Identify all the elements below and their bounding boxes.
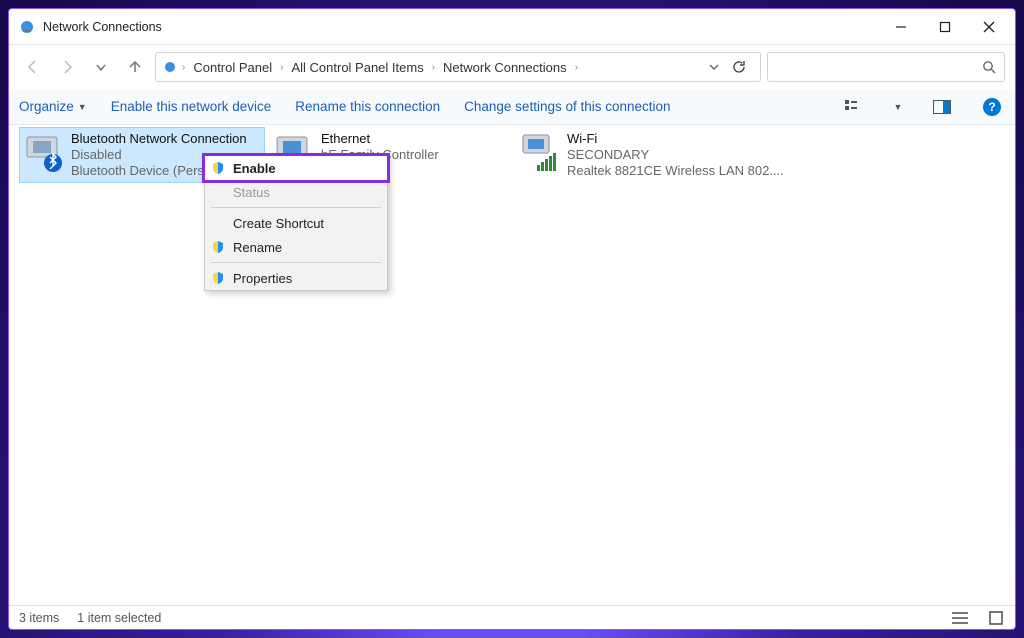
details-view-button[interactable] (951, 609, 969, 627)
context-menu-properties[interactable]: Properties (205, 266, 387, 290)
rename-connection-command[interactable]: Rename this connection (295, 99, 440, 114)
view-options-button[interactable] (841, 94, 867, 120)
breadcrumb-control-panel[interactable]: Control Panel (189, 58, 276, 77)
connection-name: Wi-Fi (567, 131, 784, 147)
item-count: 3 items (19, 611, 59, 625)
chevron-down-icon: ▼ (78, 102, 87, 112)
large-icons-view-button[interactable] (987, 609, 1005, 627)
change-settings-command[interactable]: Change settings of this connection (464, 99, 670, 114)
shield-icon (211, 271, 225, 285)
window-title: Network Connections (43, 20, 162, 34)
selection-count: 1 item selected (77, 611, 161, 625)
enable-device-command[interactable]: Enable this network device (111, 99, 272, 114)
titlebar: Network Connections (9, 9, 1015, 45)
forward-button[interactable] (53, 53, 81, 81)
context-menu-rename[interactable]: Rename (205, 235, 387, 259)
up-button[interactable] (121, 53, 149, 81)
minimize-button[interactable] (879, 13, 923, 41)
menu-separator (211, 207, 381, 208)
context-menu-enable[interactable]: Enable (202, 153, 390, 183)
back-button[interactable] (19, 53, 47, 81)
context-menu-label: Create Shortcut (233, 216, 324, 231)
chevron-right-icon: › (432, 62, 435, 73)
connection-status: SECONDARY (567, 147, 784, 163)
network-adapter-icon (23, 131, 65, 173)
chevron-right-icon: › (182, 62, 185, 73)
breadcrumb-all-items[interactable]: All Control Panel Items (287, 58, 427, 77)
help-button[interactable]: ? (979, 94, 1005, 120)
view-dropdown[interactable]: ▼ (891, 94, 905, 120)
connection-name: Ethernet (321, 131, 439, 147)
explorer-window: Network Connections › Cont (8, 8, 1016, 630)
address-chevron-down-icon[interactable] (708, 61, 720, 73)
context-menu: Enable Status Create Shortcut Rename (204, 155, 388, 291)
network-adapter-icon (519, 131, 561, 173)
address-icon (162, 59, 178, 75)
window-icon (19, 19, 35, 35)
command-bar: Organize ▼ Enable this network device Re… (9, 89, 1015, 125)
navbar: › Control Panel › All Control Panel Item… (9, 45, 1015, 89)
preview-pane-button[interactable] (929, 94, 955, 120)
organize-menu[interactable]: Organize ▼ (19, 99, 87, 114)
organize-label: Organize (19, 99, 74, 114)
status-bar: 3 items 1 item selected (9, 605, 1015, 629)
connection-name: Bluetooth Network Connection (71, 131, 247, 147)
shield-icon (211, 161, 225, 175)
context-menu-label: Status (233, 185, 270, 200)
context-menu-label: Properties (233, 271, 292, 286)
recent-dropdown[interactable] (87, 53, 115, 81)
search-box[interactable] (767, 52, 1005, 82)
context-menu-label: Rename (233, 240, 282, 255)
chevron-right-icon: › (280, 62, 283, 73)
breadcrumb-network-connections[interactable]: Network Connections (439, 58, 571, 77)
connection-wifi[interactable]: Wi-Fi SECONDARY Realtek 8821CE Wireless … (515, 127, 785, 183)
shield-icon (211, 240, 225, 254)
menu-separator (211, 262, 381, 263)
connection-device: Realtek 8821CE Wireless LAN 802.... (567, 163, 784, 179)
address-bar[interactable]: › Control Panel › All Control Panel Item… (155, 52, 761, 82)
context-menu-create-shortcut[interactable]: Create Shortcut (205, 211, 387, 235)
chevron-right-icon: › (575, 62, 578, 73)
refresh-button[interactable] (724, 52, 754, 82)
search-icon (982, 60, 996, 74)
content-area[interactable]: Bluetooth Network Connection Disabled Bl… (9, 125, 1015, 605)
close-button[interactable] (967, 13, 1011, 41)
maximize-button[interactable] (923, 13, 967, 41)
context-menu-label: Enable (233, 161, 276, 176)
context-menu-status: Status (205, 180, 387, 204)
